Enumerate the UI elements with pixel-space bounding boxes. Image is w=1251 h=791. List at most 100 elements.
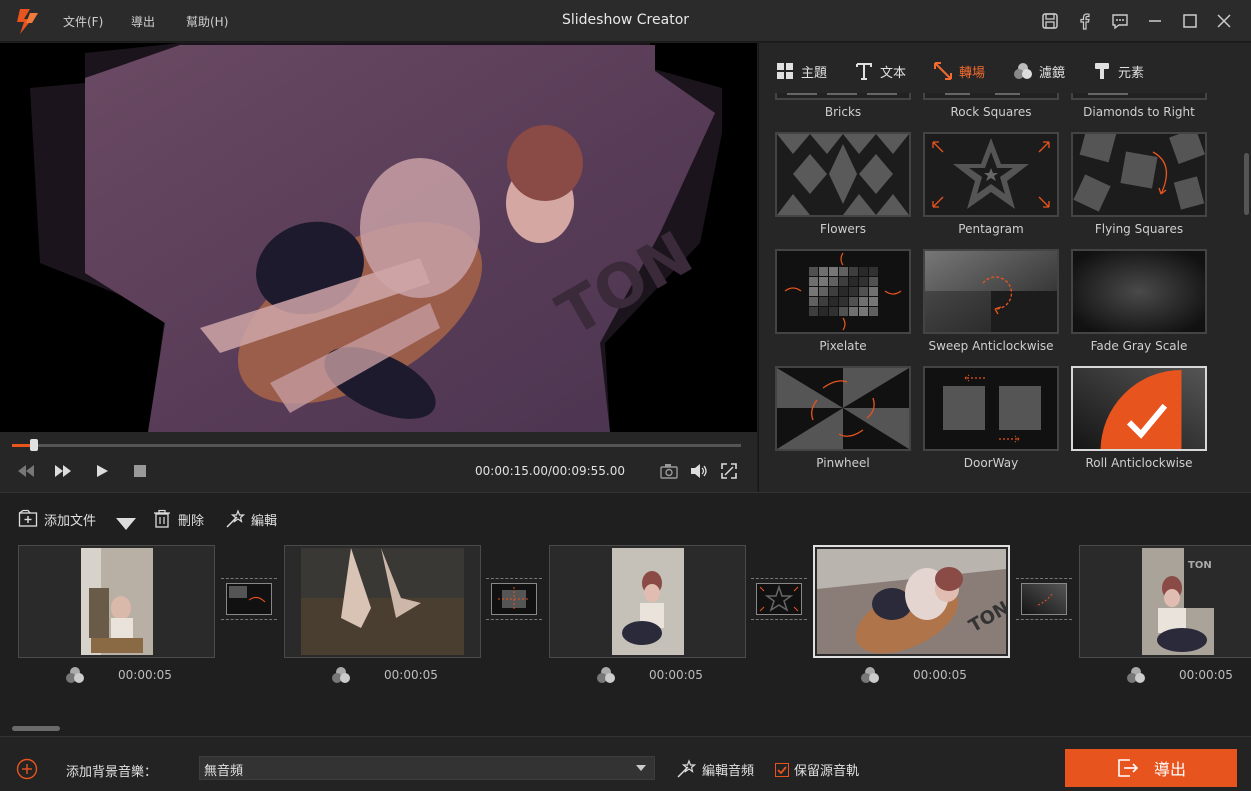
tab-transition[interactable]: 轉場 xyxy=(933,61,985,81)
clip-duration: 00:00:05 xyxy=(384,668,438,682)
magic-wand-icon xyxy=(226,509,245,528)
add-file-dropdown[interactable] xyxy=(116,515,136,535)
timeline-clip[interactable] xyxy=(18,545,215,658)
edit-button[interactable]: 編輯 xyxy=(225,509,277,529)
transition-roll-anticlockwise[interactable]: Roll Anticlockwise xyxy=(1071,366,1207,470)
clip-info: 00:00:05 xyxy=(1079,665,1251,685)
checkbox-checked-icon xyxy=(775,762,789,777)
filter-icon[interactable] xyxy=(859,665,881,685)
clip-thumbnail: TON xyxy=(1142,548,1214,655)
timeline-clip[interactable] xyxy=(284,545,481,658)
transition-label: Pinwheel xyxy=(816,456,870,470)
transition-bricks[interactable]: Bricks xyxy=(775,93,911,119)
timeline-transition[interactable] xyxy=(486,578,542,620)
player-controls: 00:00:15.00/00:09:55.00 xyxy=(0,432,757,492)
tab-text-label: 文本 xyxy=(880,65,907,81)
edit-label: 編輯 xyxy=(251,513,278,529)
edit-audio-label: 編輯音頻 xyxy=(702,763,755,779)
transition-rock-squares[interactable]: Rock Squares xyxy=(923,93,1059,119)
close-icon[interactable] xyxy=(1212,9,1236,33)
clip-thumbnail xyxy=(301,548,464,655)
timeline-clip[interactable]: TON xyxy=(1079,545,1251,658)
menu-help[interactable]: 幫助(H) xyxy=(186,13,228,30)
play-icon[interactable] xyxy=(91,461,113,481)
transition-label: Bricks xyxy=(824,105,862,119)
playback-time: 00:00:15.00/00:09:55.00 xyxy=(475,464,625,478)
title-bar: 文件(F) 導出 幫助(H) Slideshow Creator xyxy=(0,0,1251,42)
clip-duration: 00:00:05 xyxy=(118,668,172,682)
background-music-select[interactable]: 無音頻 xyxy=(199,756,655,780)
facebook-icon[interactable] xyxy=(1073,9,1097,33)
clip-thumbnail: TON xyxy=(817,549,1006,654)
bottom-bar: 添加背景音樂： 無音頻 編輯音頻 保留源音軌 導出 xyxy=(0,736,1251,791)
keep-original-audio-label: 保留源音軌 xyxy=(794,764,860,779)
clip-info: 00:00:05 xyxy=(284,665,481,685)
volume-icon[interactable] xyxy=(688,461,710,481)
transition-fade-gray-scale[interactable]: Fade Gray Scale xyxy=(1071,249,1207,353)
transition-pinwheel[interactable]: Pinwheel xyxy=(775,366,911,470)
keep-original-audio-checkbox[interactable]: 保留源音軌 xyxy=(775,760,859,779)
filter-icon[interactable] xyxy=(595,665,617,685)
effects-panel: 主題 文本 轉場 濾鏡 元素 Bricks Rock Squares Diamo… xyxy=(758,43,1251,492)
tab-theme[interactable]: 主題 xyxy=(775,61,827,81)
transition-icon xyxy=(934,62,952,80)
background-music-label: 添加背景音樂： xyxy=(66,765,158,780)
seek-handle[interactable] xyxy=(29,439,38,451)
rewind-icon[interactable] xyxy=(15,461,37,481)
tab-filter-label: 濾鏡 xyxy=(1039,65,1066,81)
clip-thumbnail xyxy=(612,548,684,655)
seek-bar[interactable] xyxy=(12,439,741,451)
export-icon xyxy=(1118,759,1139,777)
filter-icon[interactable] xyxy=(64,665,86,685)
theme-icon xyxy=(777,63,793,79)
clip-toolbar: 添加文件 刪除 編輯 xyxy=(0,492,1251,542)
add-music-icon[interactable] xyxy=(16,758,38,780)
filter-icon xyxy=(1014,63,1032,79)
tab-element[interactable]: 元素 xyxy=(1092,61,1144,81)
timeline-transition[interactable] xyxy=(221,578,277,620)
filter-icon[interactable] xyxy=(330,665,352,685)
transition-flowers[interactable]: Flowers xyxy=(775,132,911,236)
transition-pixelate[interactable]: Pixelate xyxy=(775,249,911,353)
clip-info: 00:00:05 xyxy=(549,665,746,685)
fast-forward-icon[interactable] xyxy=(52,461,74,481)
transition-doorway[interactable]: DoorWay xyxy=(923,366,1059,470)
tab-text[interactable]: 文本 xyxy=(854,61,906,81)
feedback-icon[interactable] xyxy=(1108,9,1132,33)
fullscreen-icon[interactable] xyxy=(718,461,740,481)
delete-button[interactable]: 刪除 xyxy=(152,509,204,529)
svg-text:TON: TON xyxy=(1188,560,1212,571)
transition-diamonds-to-right[interactable]: Diamonds to Right xyxy=(1071,93,1207,119)
transition-label: Pentagram xyxy=(958,222,1024,236)
timeline-scrollbar[interactable] xyxy=(12,726,60,731)
maximize-icon[interactable] xyxy=(1178,9,1202,33)
transition-label: Rock Squares xyxy=(950,105,1032,119)
minimize-icon[interactable] xyxy=(1143,9,1167,33)
panel-scrollbar[interactable] xyxy=(1244,153,1249,215)
save-icon[interactable] xyxy=(1038,9,1062,33)
transition-label: Roll Anticlockwise xyxy=(1085,456,1193,470)
add-file-button[interactable]: 添加文件 xyxy=(18,509,96,529)
stop-icon[interactable] xyxy=(129,461,151,481)
transition-flying-squares[interactable]: Flying Squares xyxy=(1071,132,1207,236)
magic-wand-icon xyxy=(677,759,696,778)
transition-label: Pixelate xyxy=(819,339,867,353)
delete-label: 刪除 xyxy=(178,513,205,529)
trash-icon xyxy=(154,509,170,528)
timeline-transition[interactable] xyxy=(1016,578,1072,620)
transition-sweep-anticlockwise[interactable]: Sweep Anticlockwise xyxy=(923,249,1059,353)
edit-audio-button[interactable]: 編輯音頻 xyxy=(676,759,754,779)
timeline-transition[interactable] xyxy=(751,578,807,620)
transition-pentagram[interactable]: Pentagram xyxy=(923,132,1059,236)
timeline-clip[interactable] xyxy=(549,545,746,658)
snapshot-icon[interactable] xyxy=(658,461,680,481)
export-button[interactable]: 導出 xyxy=(1065,749,1237,787)
tab-element-label: 元素 xyxy=(1118,65,1145,81)
filter-icon[interactable] xyxy=(1125,665,1147,685)
menu-export[interactable]: 導出 xyxy=(131,13,155,30)
timeline-clip[interactable]: TON xyxy=(813,545,1010,658)
preview-frame: TON xyxy=(0,43,757,432)
clip-info: 00:00:05 xyxy=(813,665,1010,685)
tab-filter[interactable]: 濾鏡 xyxy=(1013,61,1065,81)
menu-file[interactable]: 文件(F) xyxy=(63,13,103,30)
